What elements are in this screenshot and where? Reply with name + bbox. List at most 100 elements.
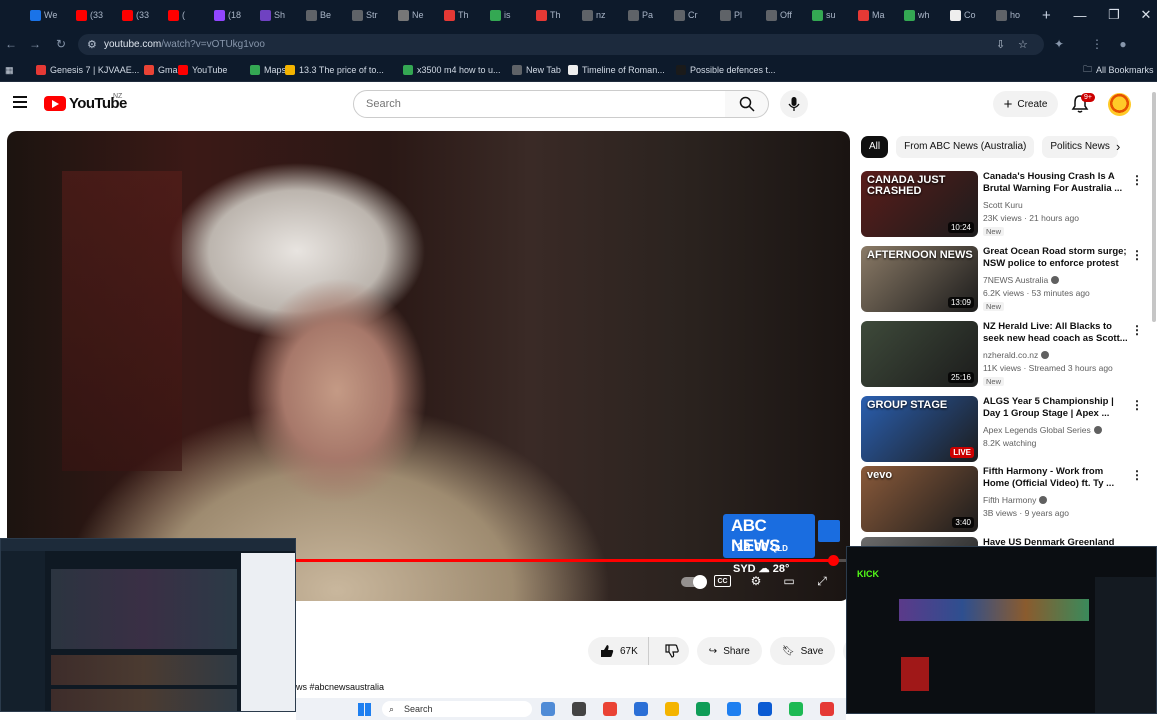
channel-name[interactable]: Apex Legends Global Series [983,425,1102,435]
video-title[interactable]: Great Ocean Road storm surge; NSW police… [983,246,1128,270]
create-button[interactable]: + Create [993,91,1058,117]
bookmark-item[interactable]: Genesis 7 | KJVAAE... [36,58,139,82]
video-title[interactable]: Fifth Harmony - Work from Home (Official… [983,466,1128,490]
minimize-button[interactable]: — [1064,0,1096,30]
extensions-icon[interactable]: ✦ [1050,36,1068,52]
channel-name[interactable]: nzherald.co.nz [983,350,1050,360]
video-player[interactable]: ABC NEWS 19:00 QLD SYD ☁ 28° CC ⚙ ▭ ⤢ [7,131,850,601]
dislike-button[interactable] [655,637,689,665]
omnibox[interactable]: ⚙ youtube.com/watch?v=vOTUkg1voo ⇩ ☆ [78,34,1044,55]
browser-tab[interactable]: Th [532,0,578,30]
video-hashtags[interactable]: ws #abcnewsaustralia [296,682,384,692]
video-thumbnail[interactable]: vevo 3:40 [861,466,978,532]
browser-tab[interactable]: Sh [256,0,302,30]
taskbar-edge-icon[interactable] [696,702,710,716]
fullscreen-icon[interactable]: ⤢ [813,573,831,589]
browser-tab[interactable]: (33 [118,0,164,30]
windows-start-icon[interactable] [358,703,371,716]
video-thumbnail[interactable]: CANADA JUST CRASHED 10:24 [861,171,978,237]
browser-tab[interactable]: Pl [716,0,762,30]
taskbar-task-view-icon[interactable] [572,702,586,716]
browser-tab[interactable]: ho [992,0,1038,30]
browser-tab[interactable]: is [486,0,532,30]
voice-search-button[interactable] [780,90,808,118]
video-thumbnail[interactable]: AFTERNOON NEWS 13:09 [861,246,978,312]
bookmark-item[interactable]: Maps [250,58,286,82]
more-options-icon[interactable]: ⋮ [1131,468,1143,482]
search-button[interactable] [725,90,769,118]
apps-grid-icon[interactable]: ▦ [5,58,14,82]
page-scrollbar[interactable] [1152,92,1156,322]
browser-tab[interactable]: (18 [210,0,256,30]
video-thumbnail[interactable]: GROUP STAGE LIVE [861,396,978,462]
browser-tab[interactable]: Ne [394,0,440,30]
miniplayer-icon[interactable]: ▭ [780,573,798,589]
bookmark-item[interactable]: YouTube [178,58,227,82]
reload-icon[interactable]: ↻ [52,36,70,52]
more-options-icon[interactable]: ⋮ [1131,248,1143,262]
more-options-icon[interactable]: ⋮ [1131,323,1143,337]
profile-avatar-icon[interactable]: ● [1114,36,1132,52]
account-avatar[interactable] [1108,93,1131,116]
like-button[interactable]: 67K [588,637,649,665]
taskbar-app-2-icon[interactable] [758,702,772,716]
url-text[interactable]: youtube.com/watch?v=vOTUkg1voo [104,34,265,55]
browser-tab[interactable]: (33 [72,0,118,30]
taskbar-chrome-icon[interactable] [603,702,617,716]
taskbar-widgets-icon[interactable] [541,702,555,716]
taskbar-files-icon[interactable] [665,702,679,716]
video-thumbnail[interactable]: 25:16 [861,321,978,387]
bookmark-item[interactable]: Gmail [144,58,182,82]
taskbar-search[interactable]: ⌕ Search [382,701,532,717]
channel-name[interactable]: Scott Kuru [983,200,1023,210]
browser-tab[interactable]: Ma [854,0,900,30]
all-bookmarks[interactable]: 🗀 All Bookmarks [1083,58,1154,82]
video-title[interactable]: NZ Herald Live: All Blacks to seek new h… [983,321,1128,345]
chevron-right-icon[interactable]: › [1116,139,1120,154]
recommendation-item[interactable]: AFTERNOON NEWS 13:09 Great Ocean Road stor… [861,246,1143,312]
install-app-icon[interactable]: ⇩ [996,38,1005,51]
browser-tab[interactable]: Str [348,0,394,30]
site-info-icon[interactable]: ⚙ [87,38,97,51]
recommendation-item[interactable]: vevo 3:40 Fifth Harmony - Work from Home (… [861,466,1143,532]
share-button[interactable]: ↪ Share [696,637,762,665]
video-title[interactable]: Canada's Housing Crash Is A Brutal Warni… [983,171,1128,195]
browser-tab[interactable]: ( [164,0,210,30]
settings-gear-icon[interactable]: ⚙ [747,573,765,589]
filter-chip[interactable]: From ABC News (Australia) [896,136,1035,158]
forward-icon[interactable]: → [26,36,44,52]
browser-tab[interactable]: Co [946,0,992,30]
recommendation-item[interactable]: 25:16 NZ Herald Live: All Blacks to seek … [861,321,1143,387]
save-button[interactable]: 🔖︎ Save [769,637,836,665]
more-options-icon[interactable]: ⋮ [1131,398,1143,412]
captions-icon[interactable]: CC [714,575,731,587]
bookmark-star-icon[interactable]: ☆ [1018,38,1028,51]
taskbar-app-4-icon[interactable] [820,702,834,716]
recommendation-item[interactable]: CANADA JUST CRASHED 10:24 Canada's Housing… [861,171,1143,237]
browser-tab[interactable]: su [808,0,854,30]
video-title[interactable]: ALGS Year 5 Championship | Day 1 Group S… [983,396,1128,420]
bookmark-item[interactable]: Possible defences t... [676,58,776,82]
hamburger-menu-icon[interactable] [13,96,27,108]
bookmark-item[interactable]: 13.3 The price of to... [285,58,384,82]
search-input[interactable] [364,91,704,117]
filter-chip[interactable]: Politics News [1042,136,1118,158]
browser-tab[interactable]: nz [578,0,624,30]
browser-tab[interactable]: wh [900,0,946,30]
profile-menu-icon[interactable]: ⋮ [1088,36,1106,52]
autoplay-toggle[interactable] [681,575,707,589]
filter-chip[interactable]: All [861,136,889,158]
browser-tab[interactable]: Pa [624,0,670,30]
new-tab-button[interactable]: + [1042,7,1051,24]
back-icon[interactable]: ← [2,36,20,52]
browser-tab[interactable]: Be [302,0,348,30]
bookmark-item[interactable]: x3500 m4 how to u... [403,58,501,82]
browser-tab[interactable]: Off [762,0,808,30]
more-options-icon[interactable]: ⋮ [1131,173,1143,187]
taskbar-app-3-icon[interactable] [789,702,803,716]
channel-name[interactable]: 7NEWS Australia [983,275,1060,285]
restore-button[interactable]: ❐ [1098,0,1130,30]
browser-tab[interactable]: Cr [670,0,716,30]
bookmark-item[interactable]: Timeline of Roman... [568,58,665,82]
bookmark-item[interactable]: New Tab [512,58,561,82]
